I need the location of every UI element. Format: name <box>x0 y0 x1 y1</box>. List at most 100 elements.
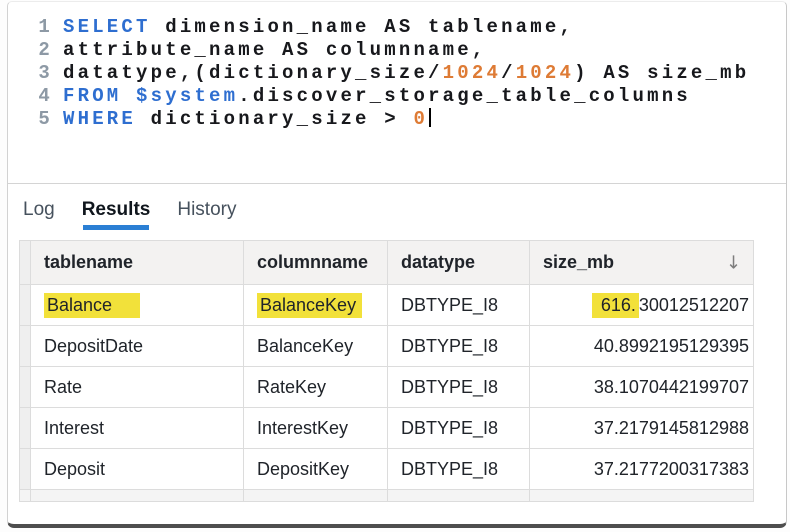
app-frame: 1 SELECT dimension_name AS tablename, 2 att… <box>7 1 787 528</box>
cell-text: Interest <box>44 417 105 438</box>
code-plain: dimension_name AS tablename, <box>150 16 575 38</box>
text-cursor <box>429 108 432 127</box>
sort-descending-icon[interactable]: ↓ <box>726 252 741 273</box>
table-cell <box>387 489 530 502</box>
tab-history[interactable]: History <box>177 199 236 230</box>
table-cell[interactable]: Balance <box>30 284 244 326</box>
row-selector[interactable] <box>19 407 31 449</box>
code-plain: ) AS size_mb <box>574 62 750 84</box>
cell-text: 30012512207 <box>638 294 749 315</box>
highlight-marker: 616. <box>591 292 639 318</box>
column-header-columnname[interactable]: columnname <box>243 240 388 285</box>
table-row[interactable]: Balance BalanceKey DBTYPE_I8 616. 3001251220… <box>19 284 754 326</box>
table-row[interactable]: Deposit DepositKey DBTYPE_I8 37.21772003173… <box>19 448 754 490</box>
code-line: 2 attribute_name AS columnname, <box>8 39 782 62</box>
code-line: 3 datatype,(dictionary_size/1024/1024) AS… <box>8 62 782 85</box>
code-plain: attribute_name AS columnname, <box>63 39 487 61</box>
code-line: 5 WHERE dictionary_size > 0 <box>8 108 782 131</box>
cell-text: InterestKey <box>257 417 349 438</box>
cell-text: 37.2177200317383 <box>593 458 749 479</box>
row-selector[interactable] <box>19 366 31 408</box>
code-keyword: SELECT <box>63 16 151 38</box>
table-row[interactable]: DepositDate BalanceKey DBTYPE_I8 40.8992195… <box>19 325 754 367</box>
code-keyword: $system <box>136 85 239 107</box>
table-cell[interactable]: DBTYPE_I8 <box>387 325 530 367</box>
table-cell[interactable]: 616. 30012512207 <box>529 284 754 326</box>
table-cell <box>243 489 388 502</box>
code-line: 4 FROM $system.discover_storage_table_col… <box>8 85 782 108</box>
code-keyword: FROM <box>63 85 122 107</box>
code-number: 0 <box>413 108 429 130</box>
code-keyword: WHERE <box>63 108 137 130</box>
cell-text: DBTYPE_I8 <box>401 376 499 397</box>
cell-text: BalanceKey <box>257 335 354 356</box>
row-selector[interactable] <box>19 448 31 490</box>
table-row-partial <box>19 489 754 502</box>
table-row[interactable]: Interest InterestKey DBTYPE_I8 37.217914581… <box>19 407 754 449</box>
pane-divider <box>8 183 786 184</box>
table-cell[interactable]: InterestKey <box>243 407 388 449</box>
code-text: SELECT dimension_name AS tablename, <box>63 16 574 39</box>
results-tab-bar: Log Results History <box>23 199 236 230</box>
tab-log[interactable]: Log <box>23 199 55 230</box>
column-header-datatype[interactable]: datatype <box>387 240 530 285</box>
table-cell[interactable]: DBTYPE_I8 <box>387 448 530 490</box>
code-plain: .discover_storage_table_columns <box>238 85 691 107</box>
line-number: 3 <box>38 62 53 84</box>
column-header-label: columnname <box>257 252 369 272</box>
table-cell[interactable]: DepositKey <box>243 448 388 490</box>
table-cell[interactable]: 38.1070442199707 <box>529 366 754 408</box>
code-line: 1 SELECT dimension_name AS tablename, <box>8 16 782 39</box>
column-header-label: tablename <box>44 252 134 272</box>
code-plain: datatype,(dictionary_size/ <box>63 62 443 84</box>
table-header-row: tablename columnname datatype size_mb ↓ <box>19 240 754 285</box>
cell-text: DBTYPE_I8 <box>401 335 499 356</box>
cell-text: DBTYPE_I8 <box>401 294 499 315</box>
results-table: tablename columnname datatype size_mb ↓ Bala… <box>19 240 754 502</box>
column-header-label: size_mb <box>543 252 615 272</box>
column-header-tablename[interactable]: tablename <box>30 240 244 285</box>
code-number: 1024 <box>442 62 502 84</box>
table-cell[interactable]: BalanceKey <box>243 284 388 326</box>
cell-text: DepositDate <box>44 335 144 356</box>
row-selector-header[interactable] <box>19 240 31 285</box>
column-header-size_mb[interactable]: size_mb ↓ <box>529 240 754 285</box>
line-number: 2 <box>38 39 53 61</box>
cell-text: 37.2179145812988 <box>593 417 749 438</box>
table-cell[interactable]: DepositDate <box>30 325 244 367</box>
row-selector[interactable] <box>19 325 31 367</box>
table-cell[interactable]: Deposit <box>30 448 244 490</box>
line-number: 4 <box>38 85 53 107</box>
row-selector <box>19 489 31 502</box>
code-text: attribute_name AS columnname, <box>63 39 486 62</box>
table-cell[interactable]: 37.2179145812988 <box>529 407 754 449</box>
table-cell <box>529 489 754 502</box>
highlight-marker: Balance <box>44 292 141 318</box>
line-number: 1 <box>38 16 53 38</box>
code-text: FROM $system.discover_storage_table_colu… <box>63 85 691 108</box>
table-cell[interactable]: Interest <box>30 407 244 449</box>
table-cell[interactable]: DBTYPE_I8 <box>387 407 530 449</box>
cell-text: Deposit <box>44 458 106 479</box>
code-plain: dictionary_size > <box>136 108 414 130</box>
highlight-marker: BalanceKey <box>257 292 363 318</box>
column-header-label: datatype <box>401 252 476 272</box>
table-row[interactable]: Rate RateKey DBTYPE_I8 38.1070442199707 <box>19 366 754 408</box>
table-cell[interactable]: 40.8992195129395 <box>529 325 754 367</box>
table-cell[interactable]: DBTYPE_I8 <box>387 366 530 408</box>
table-cell[interactable]: 37.2177200317383 <box>529 448 754 490</box>
table-cell[interactable]: BalanceKey <box>243 325 388 367</box>
table-cell[interactable]: RateKey <box>243 366 388 408</box>
table-cell[interactable]: Rate <box>30 366 244 408</box>
cell-text: DBTYPE_I8 <box>401 458 499 479</box>
code-plain <box>121 85 136 107</box>
line-number: 5 <box>38 108 53 130</box>
table-cell[interactable]: DBTYPE_I8 <box>387 284 530 326</box>
code-plain: / <box>501 62 516 84</box>
row-selector[interactable] <box>19 284 31 326</box>
query-code-editor[interactable]: 1 SELECT dimension_name AS tablename, 2 att… <box>8 16 782 131</box>
tab-results[interactable]: Results <box>82 199 150 230</box>
cell-text: 40.8992195129395 <box>593 335 749 356</box>
cell-text: RateKey <box>257 376 327 397</box>
cell-text: DBTYPE_I8 <box>401 417 499 438</box>
